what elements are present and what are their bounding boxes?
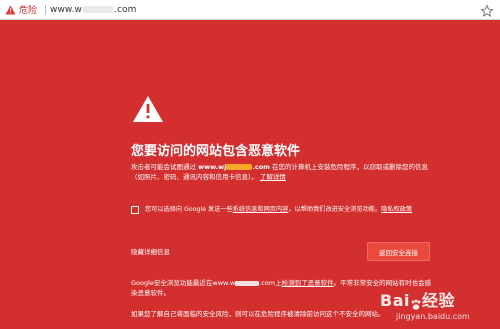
url-text[interactable]: www.w .com xyxy=(50,5,136,15)
learn-more-link[interactable]: 了解详情 xyxy=(260,173,286,181)
checkbox-label: 您可以选择向 Google 发送一些系统信息和网页内容，以帮助我们改进安全浏览功… xyxy=(145,206,413,213)
page-title: 您要访问的网站包含恶意软件 xyxy=(131,144,301,159)
watermark-logo-left: Bai xyxy=(380,291,410,310)
url-redaction xyxy=(83,5,113,13)
watermark-logo: Bai 经验 xyxy=(380,287,455,311)
warning-description: 攻击者可能会试图通过 www.wj .com 在您的计算机上安装危险程序，以窃取或… xyxy=(131,162,433,182)
report-checkbox[interactable] xyxy=(131,206,139,214)
address-divider xyxy=(45,4,47,15)
domain-redaction xyxy=(226,164,253,170)
privacy-policy-link[interactable]: 隐私权政策 xyxy=(381,206,412,213)
back-to-safety-button[interactable]: 返回安全连接 xyxy=(367,242,430,261)
report-checkbox-row: 您可以选择向 Google 发送一些系统信息和网页内容，以帮助我们改进安全浏览功… xyxy=(131,205,433,214)
interstitial-panel: 您要访问的网站包含恶意软件 攻击者可能会试图通过 www.wj .com 在您的计… xyxy=(0,20,500,329)
address-bar[interactable]: 危险 www.w .com xyxy=(0,0,500,20)
system-info-link[interactable]: 系统信息和网页内容 xyxy=(233,206,289,213)
watermark-logo-right: 经验 xyxy=(421,291,455,310)
watermark-url: jingyan.baidu.com xyxy=(396,312,470,321)
url-prefix: www.w xyxy=(50,4,82,15)
hide-details-link[interactable]: 隐藏详细信息 xyxy=(131,246,170,256)
url-suffix: .com xyxy=(114,4,137,15)
warning-icon[interactable] xyxy=(4,4,16,16)
paw-icon xyxy=(410,296,422,310)
warning-triangle-icon xyxy=(132,95,164,123)
details-domain-redaction xyxy=(235,280,260,286)
desc-text-1: 攻击者可能会试图通过 xyxy=(131,163,196,171)
desc-domain: www.wj .com xyxy=(198,163,270,171)
bookmark-star-icon[interactable] xyxy=(480,3,494,18)
danger-label[interactable]: 危险 xyxy=(19,3,37,16)
malware-detected-link[interactable]: 检测到了恶意软件 xyxy=(282,279,334,287)
baidu-jingyan-watermark: Bai 经验 jingyan.baidu.com xyxy=(380,287,498,327)
